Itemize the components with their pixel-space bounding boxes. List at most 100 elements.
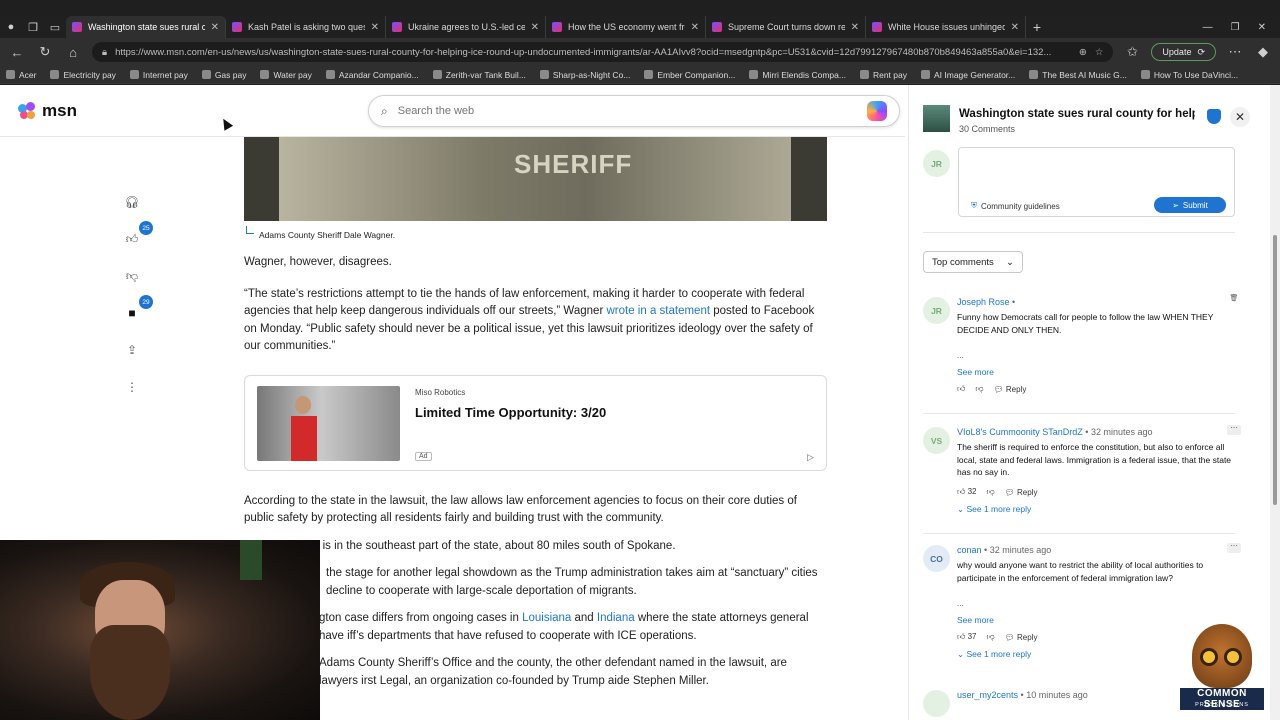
comment-author[interactable]: user_my2cents (957, 690, 1018, 700)
minimize-icon[interactable]: — (1203, 22, 1213, 33)
ad-choices-icon[interactable]: ▷ (807, 452, 814, 463)
avatar[interactable] (923, 690, 950, 717)
bookmark-item[interactable]: Rent pay (859, 70, 907, 80)
tab-5[interactable]: White House issues unhinged pr✕ (866, 16, 1026, 38)
indiana-link[interactable]: Indiana (597, 612, 635, 624)
tab-4[interactable]: Supreme Court turns down religi ✕ (706, 16, 866, 38)
bookmark-item[interactable]: Azandar Companio... (325, 70, 419, 80)
tab-3[interactable]: How the US economy went from ✕ (546, 16, 706, 38)
more-menu-icon[interactable]: ⋯ (1226, 43, 1244, 61)
avatar[interactable]: VS (923, 427, 950, 454)
msn-logo[interactable]: msn (18, 101, 77, 121)
close-tab-icon[interactable]: ✕ (371, 22, 379, 33)
favorites-icon[interactable]: ✩ (1123, 43, 1141, 61)
community-guidelines-link[interactable]: ⛨ Community guidelines (971, 201, 1060, 211)
address-bar[interactable]: 🔒︎ https://www.msn.com/en-us/news/us/was… (92, 42, 1114, 62)
tab-2[interactable]: Ukraine agrees to U.S.-led ceasefi✕ (386, 16, 546, 38)
avatar[interactable]: CO (923, 545, 950, 572)
reply-button[interactable]: 💬︎ Reply (1005, 633, 1038, 642)
submit-button[interactable]: ➢ Submit (1154, 197, 1226, 213)
close-window-icon[interactable]: ✕ (1258, 22, 1266, 33)
reader-icon[interactable]: ⊕ (1079, 47, 1087, 58)
statement-link[interactable]: wrote in a statement (606, 305, 710, 317)
close-comments-button[interactable]: ✕ (1230, 107, 1250, 127)
comments-button[interactable]: ■ 29 (120, 295, 153, 325)
comment-input[interactable]: ⛨ Community guidelines ➢ Submit (958, 147, 1235, 217)
bookmark-item[interactable]: Ember Companion... (644, 70, 735, 80)
reply-button[interactable]: 💬︎ Reply (994, 385, 1027, 394)
copilot-icon[interactable] (867, 101, 887, 121)
bookmark-item[interactable]: Acer (6, 70, 36, 80)
comment-text: why would anyone want to restrict the ab… (957, 560, 1204, 583)
bookmark-item[interactable]: Water pay (260, 70, 312, 80)
downvote-icon[interactable]: 👎︎ (987, 632, 995, 642)
downvote-icon[interactable]: 👎︎ (987, 487, 995, 497)
tab-1[interactable]: Kash Patel is asking two question✕ (226, 16, 386, 38)
bookmark-item[interactable]: Sharp-as-Night Co... (539, 70, 630, 80)
downvote-icon[interactable]: 👎︎ (975, 384, 983, 394)
page-scrollbar[interactable] (1270, 85, 1280, 720)
dislike-button[interactable]: 👎︎ (120, 264, 144, 288)
bookmark-item[interactable]: Electricity pay (50, 70, 116, 80)
upvote-icon[interactable]: 👍︎ 37 (957, 632, 977, 642)
search-box[interactable]: ⌕ (368, 95, 900, 127)
close-tab-icon[interactable]: ✕ (691, 22, 699, 33)
bookmark-item[interactable]: Gas pay (201, 70, 246, 80)
copilot-icon[interactable]: ◆ (1254, 43, 1272, 61)
update-button[interactable]: Update ⟳ (1151, 43, 1216, 61)
back-icon[interactable]: ← (8, 43, 26, 61)
more-options-button[interactable]: ⋮ (120, 375, 144, 399)
avatar[interactable]: JR (923, 297, 950, 324)
tab-actions-icon[interactable]: ▭ (44, 16, 66, 38)
like-button[interactable]: 👍︎ 25 (120, 221, 153, 251)
paragraph: Adams County is in the southeast part of… (244, 539, 676, 552)
delete-icon[interactable]: 🗑︎ (1227, 295, 1241, 305)
search-icon: ⌕ (381, 103, 388, 118)
shield-icon[interactable] (1207, 109, 1221, 124)
bookmark-item[interactable]: Zerith-var Tank Buil... (432, 70, 526, 80)
window-controls: — ❐ ✕ (1203, 22, 1280, 33)
comment-author[interactable]: VIoL8's Cummoonity STanDrdZ (957, 427, 1083, 437)
close-tab-icon[interactable]: ✕ (531, 22, 539, 33)
comment-text: The sheriff is required to enforce the c… (957, 442, 1232, 477)
search-input[interactable] (397, 105, 857, 117)
tab-0[interactable]: Washington state sues rural coun✕ (66, 16, 226, 38)
more-options-icon[interactable]: ⋯ (1227, 425, 1241, 435)
share-button[interactable]: ⇪ (120, 338, 144, 362)
louisiana-link[interactable]: Louisiana (522, 612, 571, 624)
favorite-star-icon[interactable]: ☆ (1095, 47, 1104, 58)
scrollbar-thumb[interactable] (1273, 235, 1277, 505)
bookmarks-bar: Acer Electricity pay Internet pay Gas pa… (0, 66, 1280, 84)
comment-author[interactable]: conan (957, 545, 982, 555)
logo-subtext: PROSE & CONS (1195, 702, 1249, 708)
close-tab-icon[interactable]: ✕ (1011, 22, 1019, 33)
bookmark-item[interactable]: Internet pay (129, 70, 188, 80)
listen-button[interactable]: 🎧︎ (120, 190, 144, 214)
see-more-link[interactable]: See more (957, 615, 994, 625)
bookmark-item[interactable]: Mirri Elendis Compa... (749, 70, 846, 80)
bookmark-item[interactable]: AI Image Generator... (920, 70, 1015, 80)
profile-icon[interactable]: ● (0, 16, 22, 38)
divider (923, 413, 1235, 414)
address-toolbar: ← ↻ ⌂ 🔒︎ https://www.msn.com/en-us/news/… (0, 38, 1280, 66)
workspaces-icon[interactable]: ❐ (22, 16, 44, 38)
home-icon[interactable]: ⌂ (64, 43, 82, 61)
ad-title[interactable]: Limited Time Opportunity: 3/20 (415, 405, 606, 420)
reply-button[interactable]: 💬︎ Reply (1005, 488, 1038, 497)
close-tab-icon[interactable]: ✕ (851, 22, 859, 33)
see-more-link[interactable]: See more (957, 367, 994, 377)
comment-author[interactable]: Joseph Rose (957, 297, 1010, 307)
bookmark-item[interactable]: How To Use DaVinci... (1140, 70, 1238, 80)
close-tab-icon[interactable]: ✕ (211, 22, 219, 33)
upvote-icon[interactable]: 👍︎ (957, 384, 965, 394)
see-replies-link[interactable]: ⌄ See 1 more reply (957, 649, 1031, 660)
more-options-icon[interactable]: ⋯ (1227, 543, 1241, 553)
refresh-icon[interactable]: ↻ (36, 43, 54, 61)
see-replies-link[interactable]: ⌄ See 1 more reply (957, 504, 1031, 515)
bookmark-item[interactable]: The Best AI Music G... (1029, 70, 1127, 80)
upvote-icon[interactable]: 👍︎ 32 (957, 487, 977, 497)
sort-dropdown[interactable]: Top comments ⌄ (923, 251, 1023, 273)
sponsored-ad-card[interactable]: Miso Robotics Limited Time Opportunity: … (244, 374, 827, 471)
restore-icon[interactable]: ❐ (1231, 22, 1240, 33)
new-tab-button[interactable]: + (1026, 19, 1048, 35)
